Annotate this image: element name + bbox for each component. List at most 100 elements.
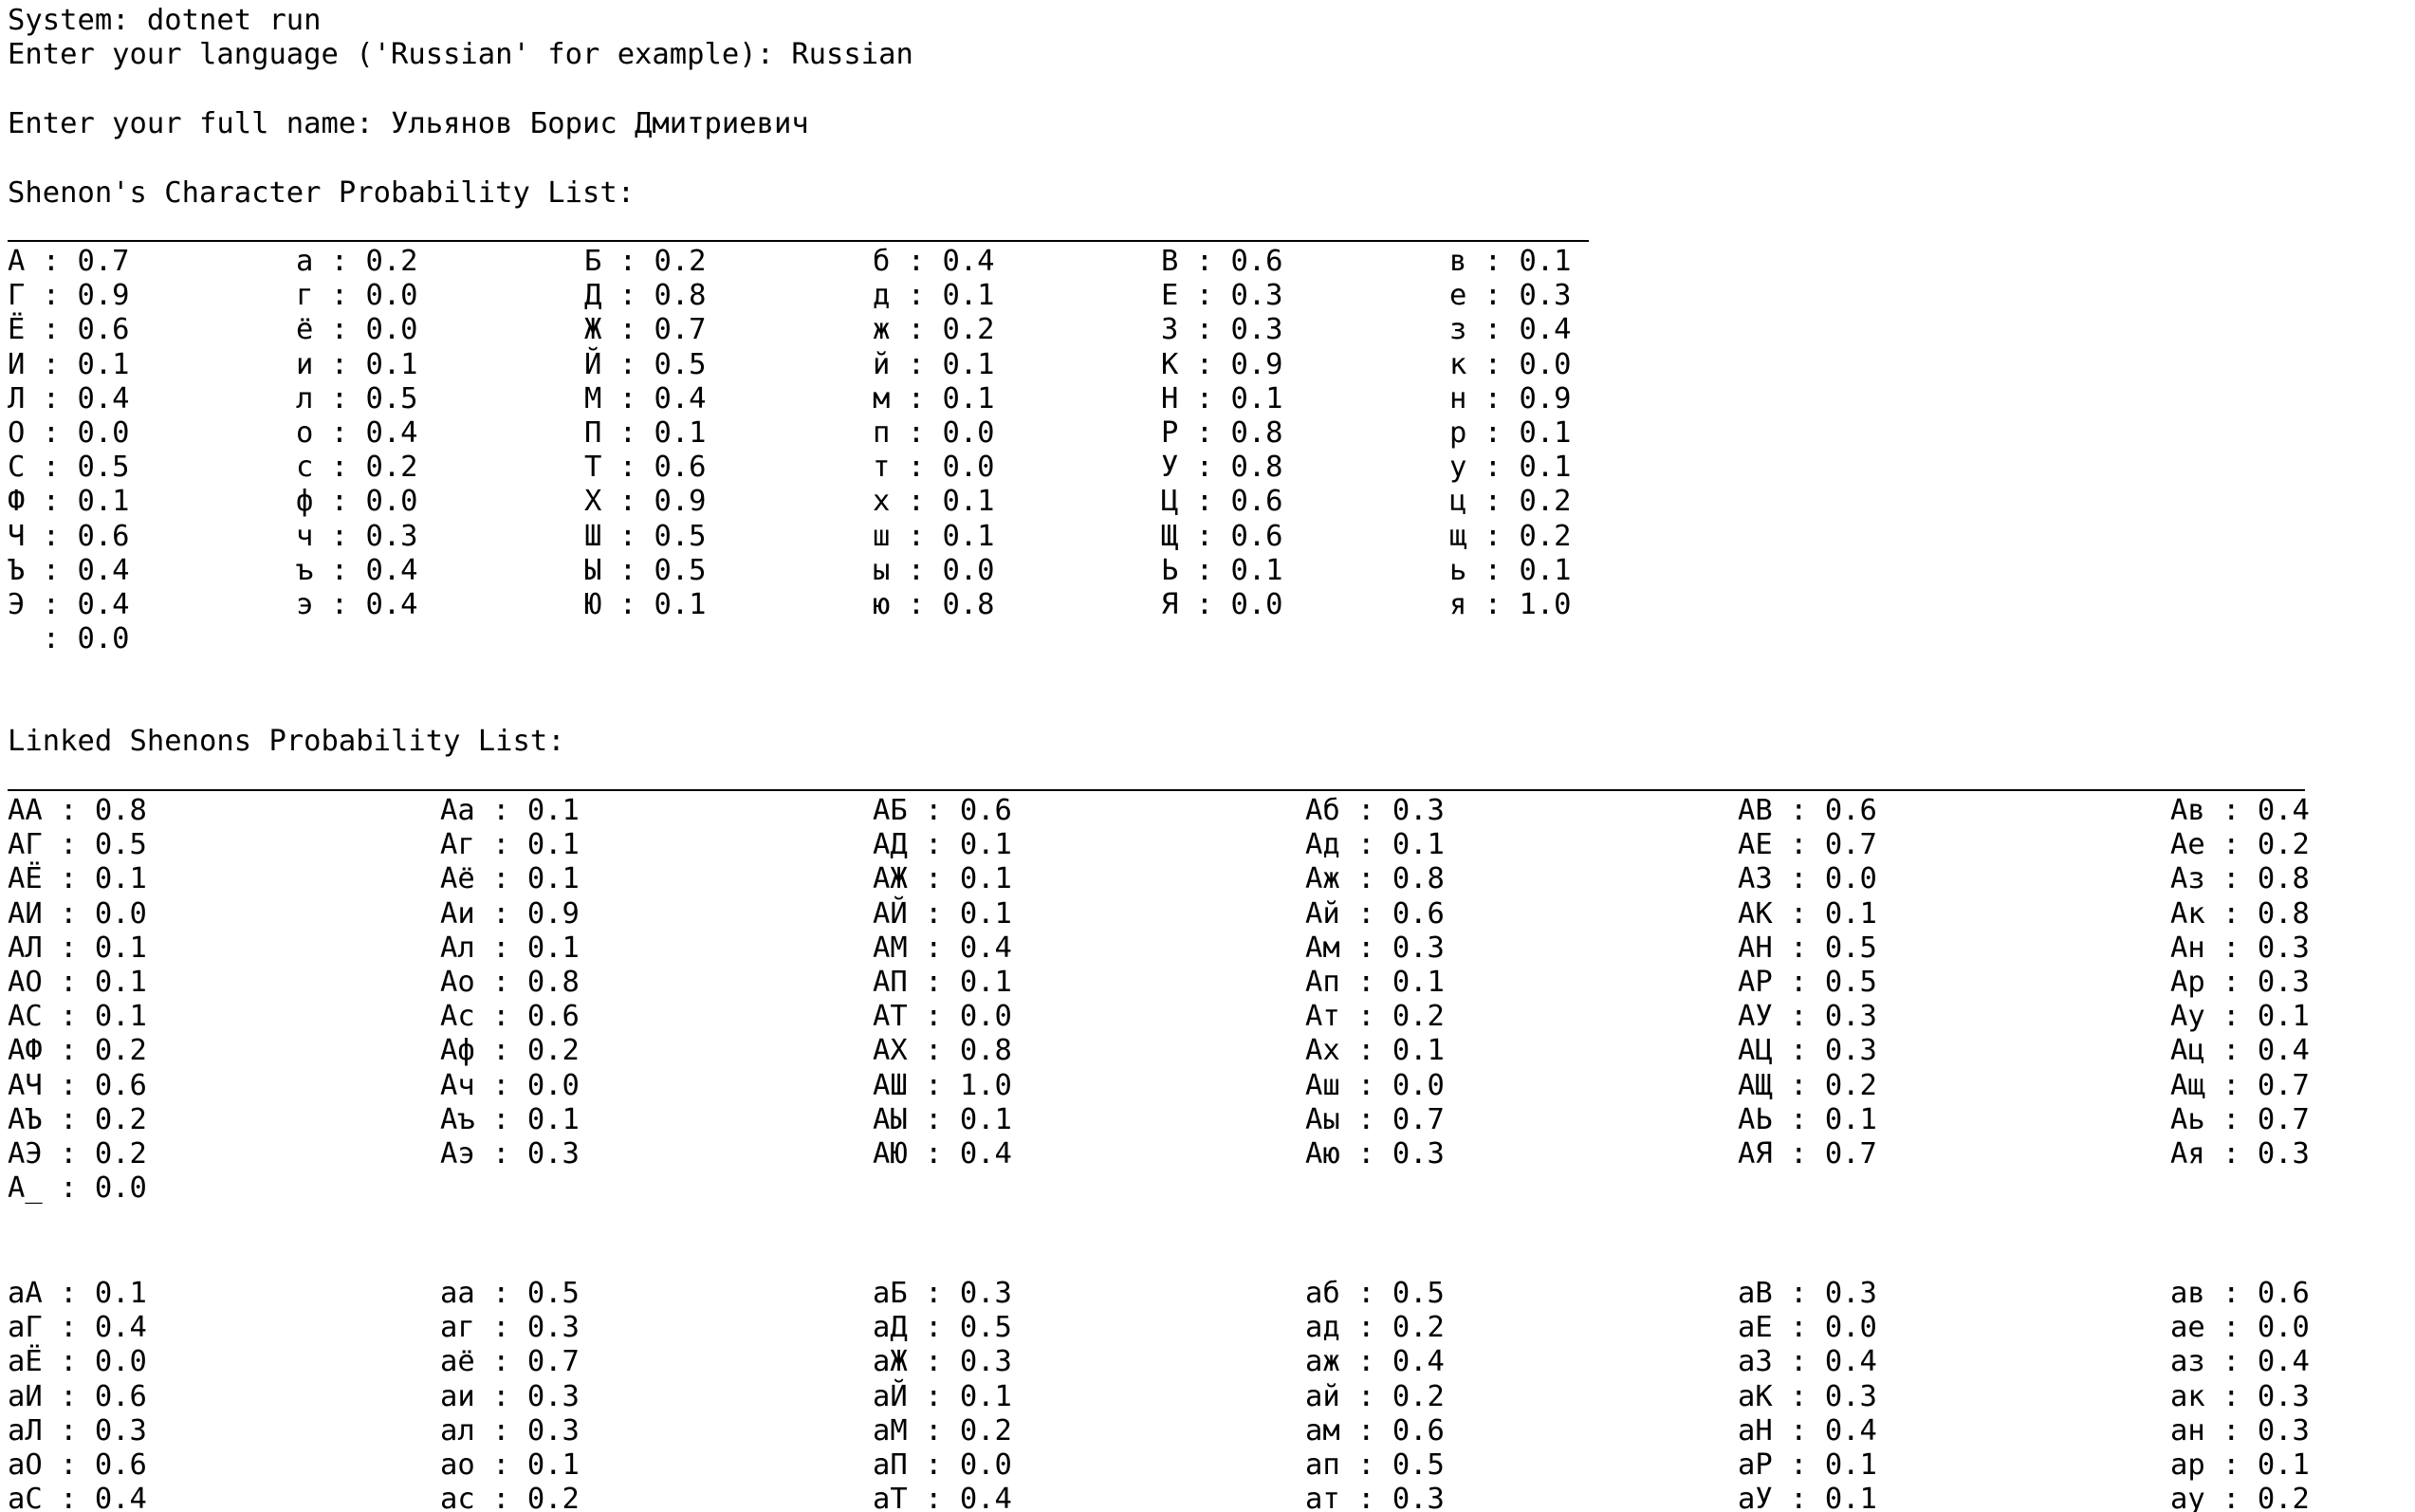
char-probability-cell: ь : 0.1 bbox=[1449, 553, 1572, 587]
char-probability-cell: ф : 0.0 bbox=[296, 485, 418, 519]
bigram-probability-cell: аа : 0.5 bbox=[440, 1277, 580, 1310]
bigram-probability-cell: Аы : 0.7 bbox=[1305, 1102, 1445, 1136]
char-probability-cell: Ж : 0.7 bbox=[584, 313, 707, 347]
char-probability-cell: ы : 0.0 bbox=[873, 553, 995, 587]
char-probability-cell: Р : 0.8 bbox=[1161, 416, 1283, 450]
char-probability-cell: А : 0.7 bbox=[8, 245, 130, 278]
bigram-probability-cell: Ас : 0.6 bbox=[440, 1000, 580, 1034]
bigram-probability-cell: АН : 0.5 bbox=[1738, 931, 1877, 965]
char-probability-cell: г : 0.0 bbox=[296, 279, 418, 313]
char-probability-cell: д : 0.1 bbox=[873, 279, 995, 313]
bigram-probability-cell: аЙ : 0.1 bbox=[873, 1379, 1012, 1413]
bigram-probability-cell: аБ : 0.3 bbox=[873, 1277, 1012, 1310]
bigram-probability-cell: ад : 0.2 bbox=[1305, 1311, 1445, 1345]
char-probability-cell: З : 0.3 bbox=[1161, 313, 1283, 347]
bigram-probability-cell: АК : 0.1 bbox=[1738, 896, 1877, 931]
bigram-probability-cell: аТ : 0.4 bbox=[873, 1483, 1012, 1512]
char-probability-cell: : 0.0 bbox=[8, 622, 130, 656]
char-probability-cell: н : 0.9 bbox=[1449, 381, 1572, 415]
char-probability-cell: Т : 0.6 bbox=[584, 451, 707, 485]
bigram-probability-cell: Ан : 0.3 bbox=[2170, 931, 2310, 965]
bigram-probability-cell: АЙ : 0.1 bbox=[873, 896, 1012, 931]
char-probability-cell: У : 0.8 bbox=[1161, 451, 1283, 485]
bigram-probability-cell: Аг : 0.1 bbox=[440, 828, 580, 862]
bigram-probability-cell: АМ : 0.4 bbox=[873, 931, 1012, 965]
bigram-probability-cell: аА : 0.1 bbox=[8, 1277, 147, 1310]
bigram-probability-cell: Ак : 0.8 bbox=[2170, 896, 2310, 931]
char-probability-cell: Б : 0.2 bbox=[584, 245, 707, 278]
bigram-probability-cell: АЫ : 0.1 bbox=[873, 1102, 1012, 1136]
bigram-probability-cell: аД : 0.5 bbox=[873, 1311, 1012, 1345]
bigram-probability-cell: ал : 0.3 bbox=[440, 1413, 580, 1447]
char-probability-cell: х : 0.1 bbox=[873, 485, 995, 519]
bigram-probability-cell: Ащ : 0.7 bbox=[2170, 1068, 2310, 1102]
char-probability-cell: ш : 0.1 bbox=[873, 519, 995, 553]
char-list-divider bbox=[8, 240, 1589, 242]
char-probability-cell: у : 0.1 bbox=[1449, 451, 1572, 485]
bigram-probability-cell: Ая : 0.3 bbox=[2170, 1137, 2310, 1171]
bigram-probability-cell: АШ : 1.0 bbox=[873, 1068, 1012, 1102]
bigram-probability-cell: АФ : 0.2 bbox=[8, 1034, 147, 1068]
bigram-probability-cell: Ау : 0.1 bbox=[2170, 1000, 2310, 1034]
char-probability-cell: Л : 0.4 bbox=[8, 381, 130, 415]
char-probability-cell: Д : 0.8 bbox=[584, 279, 707, 313]
bigram-probability-cell: ас : 0.2 bbox=[440, 1483, 580, 1512]
char-probability-cell: п : 0.0 bbox=[873, 416, 995, 450]
bigram-probability-cell: ав : 0.6 bbox=[2170, 1277, 2310, 1310]
char-probability-cell: Ф : 0.1 bbox=[8, 485, 130, 519]
bigram-probability-cell: АТ : 0.0 bbox=[873, 1000, 1012, 1034]
bigram-probability-cell: Аз : 0.8 bbox=[2170, 862, 2310, 896]
bigram-probability-cell: АА : 0.8 bbox=[8, 794, 147, 827]
bigram-probability-cell: ам : 0.6 bbox=[1305, 1413, 1445, 1447]
char-probability-cell: Я : 0.0 bbox=[1161, 588, 1283, 621]
bigram-probability-cell: АБ : 0.6 bbox=[873, 794, 1012, 827]
bigram-probability-cell: АЖ : 0.1 bbox=[873, 862, 1012, 896]
bigram-probability-cell: аГ : 0.4 bbox=[8, 1311, 147, 1345]
bigram-probability-cell: АЛ : 0.1 bbox=[8, 931, 147, 965]
bigram-probability-cell: Ав : 0.4 bbox=[2170, 794, 2310, 827]
char-probability-cell: ё : 0.0 bbox=[296, 313, 418, 347]
bigram-probability-cell: АЦ : 0.3 bbox=[1738, 1034, 1877, 1068]
bigram-probability-cell: АП : 0.1 bbox=[873, 966, 1012, 999]
char-probability-cell: й : 0.1 bbox=[873, 347, 995, 381]
char-probability-cell: с : 0.2 bbox=[296, 451, 418, 485]
bigram-probability-cell: ай : 0.2 bbox=[1305, 1379, 1445, 1413]
bigram-probability-cell: аИ : 0.6 bbox=[8, 1379, 147, 1413]
bigram-probability-cell: ак : 0.3 bbox=[2170, 1379, 2310, 1413]
bigram-probability-cell: АД : 0.1 bbox=[873, 828, 1012, 862]
char-probability-cell: я : 1.0 bbox=[1449, 588, 1572, 621]
char-probability-cell: Ц : 0.6 bbox=[1161, 485, 1283, 519]
bigram-probability-cell: ан : 0.3 bbox=[2170, 1413, 2310, 1447]
char-probability-cell: э : 0.4 bbox=[296, 588, 418, 621]
bigram-probability-cell: аЛ : 0.3 bbox=[8, 1413, 147, 1447]
bigram-probability-cell: аВ : 0.3 bbox=[1738, 1277, 1877, 1310]
bigram-probability-cell: А_ : 0.0 bbox=[8, 1171, 147, 1206]
char-probability-cell: Е : 0.3 bbox=[1161, 279, 1283, 313]
name-prompt-line: Enter your full name: Ульянов Борис Дмит… bbox=[8, 107, 809, 140]
system-command-line: System: dotnet run bbox=[8, 4, 322, 37]
bigram-probability-cell: АО : 0.1 bbox=[8, 966, 147, 999]
bigram-probability-cell: аи : 0.3 bbox=[440, 1379, 580, 1413]
char-probability-cell: К : 0.9 bbox=[1161, 347, 1283, 381]
char-probability-cell: Ю : 0.1 bbox=[584, 588, 707, 621]
bigram-probability-cell: Ач : 0.0 bbox=[440, 1068, 580, 1102]
bigram-probability-cell: Аь : 0.7 bbox=[2170, 1102, 2310, 1136]
char-probability-cell: з : 0.4 bbox=[1449, 313, 1572, 347]
char-probability-cell: И : 0.1 bbox=[8, 347, 130, 381]
bigram-probability-cell: Аъ : 0.1 bbox=[440, 1102, 580, 1136]
char-probability-cell: е : 0.3 bbox=[1449, 279, 1572, 313]
bigram-probability-cell: АЗ : 0.0 bbox=[1738, 862, 1877, 896]
char-probability-cell: Ь : 0.1 bbox=[1161, 553, 1283, 587]
bigram-probability-cell: аС : 0.4 bbox=[8, 1483, 147, 1512]
bigram-probability-cell: аЕ : 0.0 bbox=[1738, 1311, 1877, 1345]
char-probability-cell: П : 0.1 bbox=[584, 416, 707, 450]
char-probability-cell: Н : 0.1 bbox=[1161, 381, 1283, 415]
char-probability-cell: Й : 0.5 bbox=[584, 347, 707, 381]
bigram-probability-cell: АХ : 0.8 bbox=[873, 1034, 1012, 1068]
char-probability-cell: Ъ : 0.4 bbox=[8, 553, 130, 587]
bigram-probability-cell: Аю : 0.3 bbox=[1305, 1137, 1445, 1171]
bigram-probability-cell: АЬ : 0.1 bbox=[1738, 1102, 1877, 1136]
char-probability-cell: Ы : 0.5 bbox=[584, 553, 707, 587]
bigram-probability-cell: ап : 0.5 bbox=[1305, 1448, 1445, 1482]
bigram-probability-cell: ар : 0.1 bbox=[2170, 1448, 2310, 1482]
